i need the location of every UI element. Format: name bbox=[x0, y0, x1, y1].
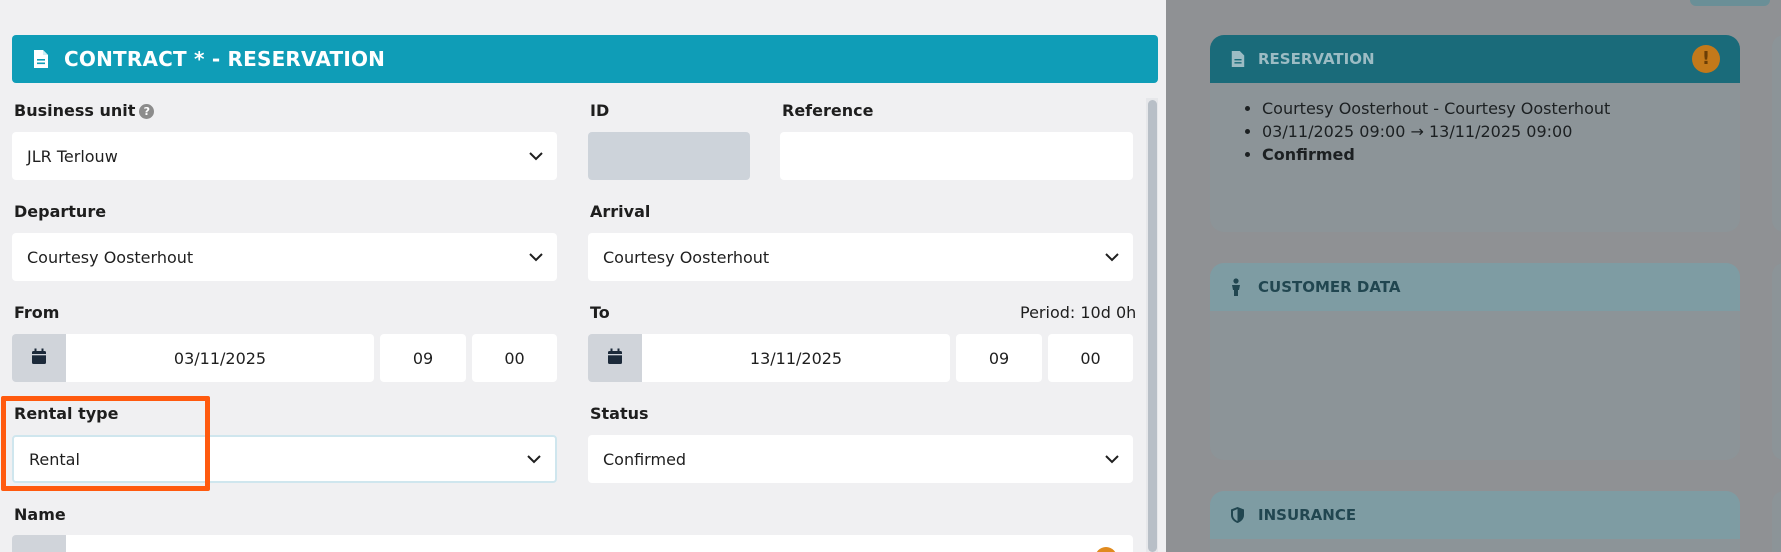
reference-input[interactable] bbox=[780, 132, 1133, 180]
name-input[interactable] bbox=[66, 535, 1133, 552]
name-lookup-button[interactable] bbox=[12, 535, 66, 552]
calendar-icon bbox=[31, 348, 47, 369]
warning-icon: ! bbox=[1692, 45, 1720, 73]
arrival-select[interactable]: Courtesy Oosterhout bbox=[588, 233, 1133, 281]
insurance-card: INSURANCE bbox=[1210, 491, 1740, 552]
arrival-label: Arrival bbox=[590, 202, 651, 221]
rental-type-select[interactable]: Rental bbox=[12, 435, 557, 483]
insurance-card-header[interactable]: INSURANCE bbox=[1210, 491, 1740, 539]
to-minute-value: 00 bbox=[1080, 348, 1101, 368]
shield-icon bbox=[1230, 506, 1246, 524]
to-calendar-button[interactable] bbox=[588, 334, 642, 382]
rental-type-value: Rental bbox=[29, 449, 80, 469]
top-tab[interactable] bbox=[1690, 0, 1770, 6]
reservation-summary-list: Courtesy Oosterhout - Courtesy Oosterhou… bbox=[1210, 83, 1740, 166]
business-unit-select[interactable]: JLR Terlouw bbox=[12, 132, 557, 180]
business-unit-value: JLR Terlouw bbox=[27, 146, 118, 166]
help-icon[interactable]: ? bbox=[139, 104, 155, 119]
status-label: Status bbox=[590, 404, 649, 423]
status-select[interactable]: Confirmed bbox=[588, 435, 1133, 483]
status-value: Confirmed bbox=[603, 449, 687, 469]
chevron-down-icon bbox=[515, 132, 557, 180]
departure-select[interactable]: Courtesy Oosterhout bbox=[12, 233, 557, 281]
from-hour-value: 09 bbox=[412, 348, 434, 368]
document-icon bbox=[32, 49, 50, 69]
arrival-value: Courtesy Oosterhout bbox=[603, 247, 770, 267]
to-date-input[interactable]: 13/11/2025 bbox=[642, 334, 950, 382]
reservation-card-header[interactable]: RESERVATION bbox=[1210, 35, 1740, 83]
chevron-down-icon bbox=[515, 233, 557, 281]
from-calendar-button[interactable] bbox=[12, 334, 66, 382]
to-label: To bbox=[590, 303, 610, 322]
name-label: Name bbox=[14, 505, 66, 524]
business-unit-label: Business unit? bbox=[14, 101, 155, 120]
list-item: Courtesy Oosterhout - Courtesy Oosterhou… bbox=[1262, 97, 1740, 120]
calendar-icon bbox=[607, 348, 623, 369]
to-date-value: 13/11/2025 bbox=[749, 348, 843, 368]
rental-type-label: Rental type bbox=[14, 404, 119, 423]
to-hour-input[interactable]: 09 bbox=[956, 334, 1042, 382]
reference-label: Reference bbox=[782, 101, 874, 120]
from-hour-input[interactable]: 09 bbox=[380, 334, 466, 382]
departure-label: Departure bbox=[14, 202, 107, 221]
document-icon bbox=[1230, 50, 1246, 68]
summary-panel: RESERVATION ! Courtesy Oosterhout - Cour… bbox=[1166, 0, 1781, 552]
contract-form-panel: CONTRACT * - RESERVATION Business unit? … bbox=[0, 0, 1166, 552]
person-icon bbox=[1230, 278, 1246, 296]
customer-card-header[interactable]: CUSTOMER DATA bbox=[1210, 263, 1740, 311]
card-edge bbox=[1772, 491, 1781, 552]
from-date-value: 03/11/2025 bbox=[173, 348, 267, 368]
customer-card-title: CUSTOMER DATA bbox=[1258, 278, 1401, 296]
card-edge bbox=[1772, 35, 1781, 232]
id-label: ID bbox=[590, 101, 610, 120]
page-title: CONTRACT * - RESERVATION bbox=[64, 47, 386, 71]
insurance-card-title: INSURANCE bbox=[1258, 506, 1357, 524]
section-header: CONTRACT * - RESERVATION bbox=[12, 35, 1158, 83]
list-item: 03/11/2025 09:00 → 13/11/2025 09:00 bbox=[1262, 120, 1740, 143]
period-text: Period: 10d 0h bbox=[1020, 303, 1137, 322]
chevron-down-icon bbox=[1091, 435, 1133, 483]
reservation-card: RESERVATION ! Courtesy Oosterhout - Cour… bbox=[1210, 35, 1740, 232]
id-field bbox=[588, 132, 750, 180]
from-label: From bbox=[14, 303, 60, 322]
from-date-input[interactable]: 03/11/2025 bbox=[66, 334, 374, 382]
departure-value: Courtesy Oosterhout bbox=[27, 247, 194, 267]
scrollbar-thumb[interactable] bbox=[1148, 100, 1157, 552]
from-minute-input[interactable]: 00 bbox=[472, 334, 557, 382]
to-hour-value: 09 bbox=[988, 348, 1010, 368]
chevron-down-icon bbox=[1091, 233, 1133, 281]
warning-icon bbox=[1095, 547, 1117, 552]
from-minute-value: 00 bbox=[504, 348, 525, 368]
reservation-card-title: RESERVATION bbox=[1258, 50, 1375, 68]
to-minute-input[interactable]: 00 bbox=[1048, 334, 1133, 382]
card-edge bbox=[1772, 263, 1781, 460]
customer-card: CUSTOMER DATA bbox=[1210, 263, 1740, 460]
chevron-down-icon bbox=[513, 435, 555, 483]
list-item: Confirmed bbox=[1262, 143, 1740, 166]
